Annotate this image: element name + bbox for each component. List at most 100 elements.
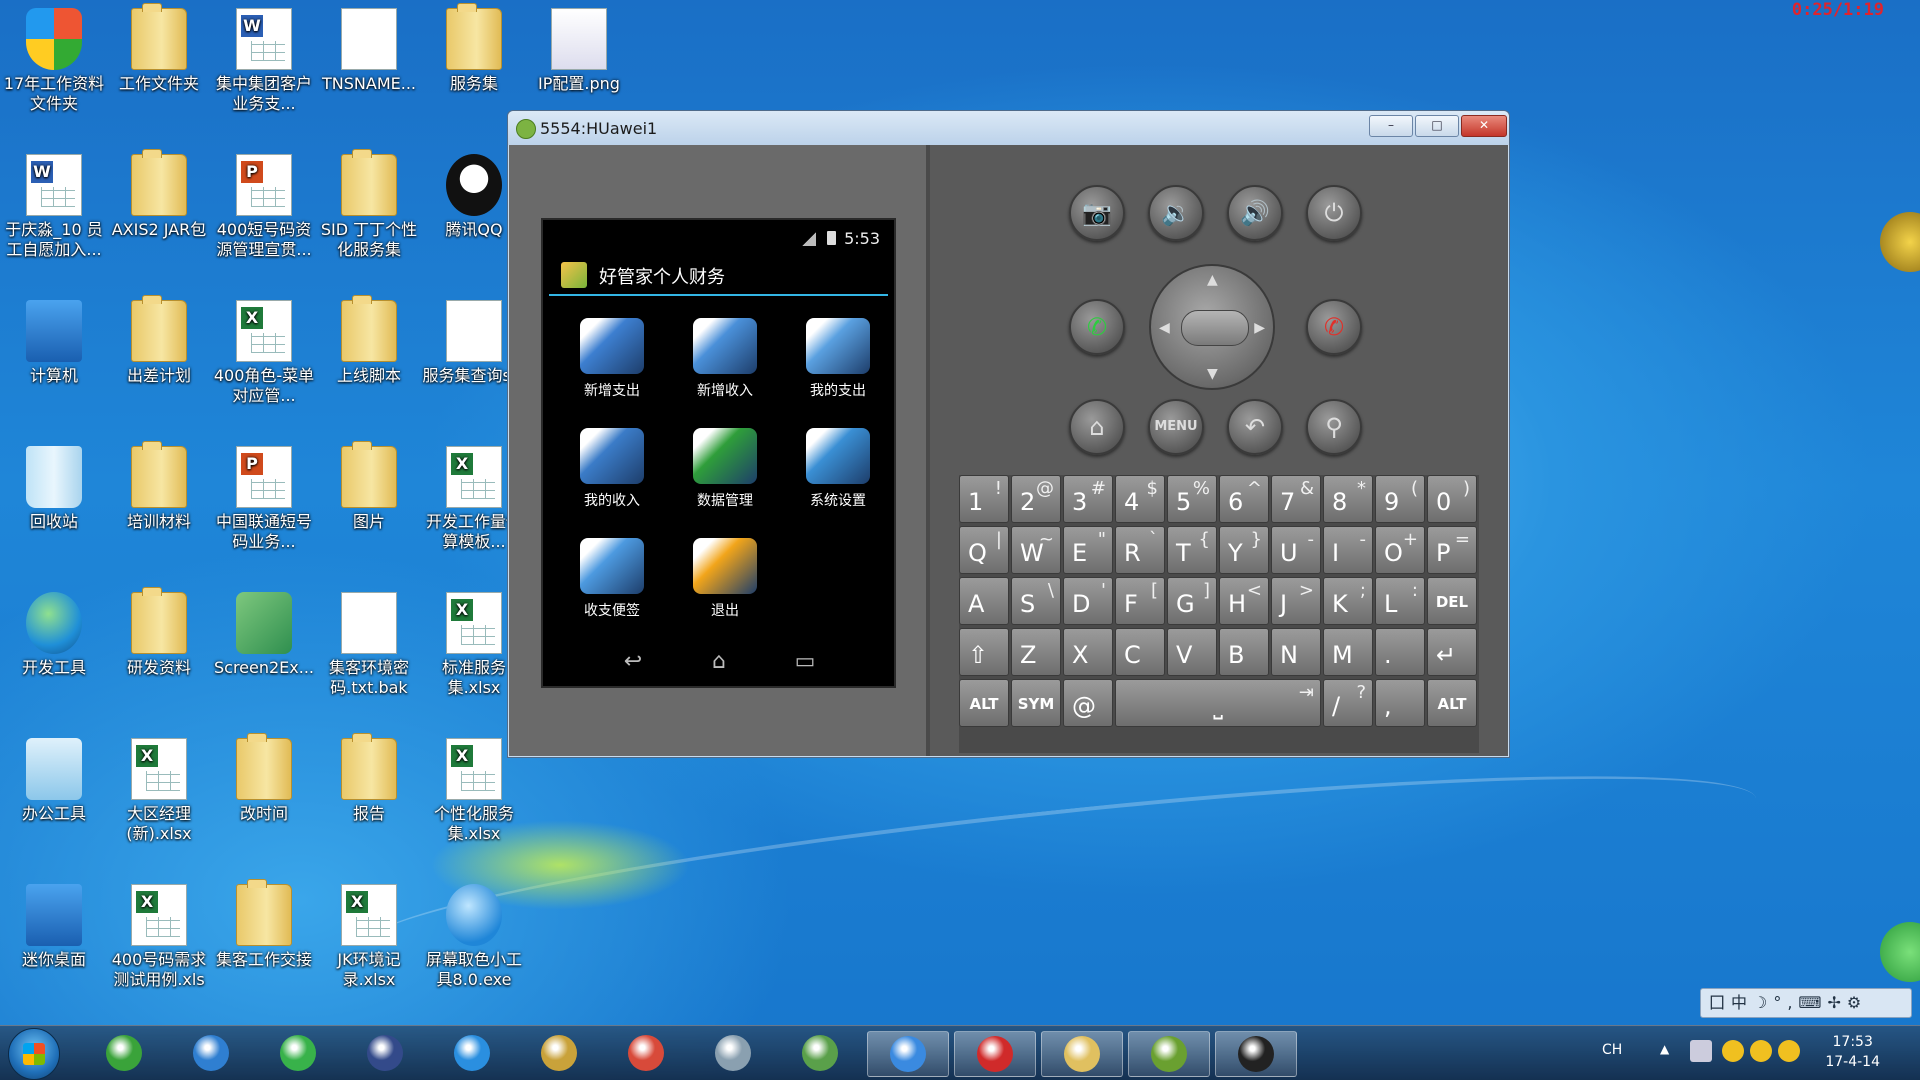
desktop-icon[interactable]: Screen2Ex... (212, 592, 316, 678)
keyboard-key[interactable]: D ' (1063, 577, 1113, 625)
desktop-icon[interactable]: 改时间 (212, 733, 316, 824)
call-button[interactable]: ✆ (1069, 299, 1125, 355)
desktop-icon[interactable]: 400短号码资源管理宣贯... (212, 154, 316, 260)
keyboard-key[interactable]: Q | (959, 526, 1009, 574)
desktop-icon[interactable]: 集客工作交接 (212, 879, 316, 970)
desktop-icon[interactable]: 400角色-菜单对应管... (212, 300, 316, 406)
desktop-icon[interactable]: 大区经理(新).xlsx (107, 738, 211, 844)
desktop-icon[interactable]: 培训材料 (107, 441, 211, 532)
volume-down-button[interactable]: 🔉 (1148, 185, 1204, 241)
taskbar-app-browser-360[interactable] (258, 1031, 338, 1075)
keyboard-key[interactable]: K; (1323, 577, 1373, 625)
volume-up-button[interactable]: 🔊 (1227, 185, 1283, 241)
keyboard-key[interactable]: 0) (1427, 475, 1477, 523)
taskbar-app-calc-app[interactable] (693, 1031, 773, 1075)
desktop-icon[interactable]: 迷你桌面 (2, 884, 106, 970)
dpad-left-icon[interactable]: ◀ (1159, 320, 1170, 336)
back-hardware-button[interactable]: ↶ (1227, 399, 1283, 455)
taskbar-app-chart-app[interactable] (780, 1031, 860, 1075)
qq-tray-icon-2[interactable] (1750, 1040, 1772, 1062)
power-button[interactable]: ⏻ (1306, 185, 1362, 241)
dpad-center-button[interactable] (1181, 310, 1249, 346)
desktop-icon[interactable]: 开发工具 (2, 592, 106, 678)
keyboard-key[interactable]: /? (1323, 679, 1373, 727)
keyboard-key[interactable]: DEL (1427, 577, 1477, 625)
keyboard-key[interactable]: N (1271, 628, 1321, 676)
desktop-icon[interactable]: 计算机 (2, 300, 106, 386)
search-hardware-button[interactable]: ⚲ (1306, 399, 1362, 455)
taskbar-app-paint-app[interactable] (606, 1031, 686, 1075)
desktop-icon[interactable]: 于庆淼_10 员工自愿加入... (2, 154, 106, 260)
desktop-icon[interactable]: 集中集团客户业务支... (212, 8, 316, 114)
keyboard-key[interactable]: A (959, 577, 1009, 625)
keyboard-key[interactable]: G] (1167, 577, 1217, 625)
keyboard-key[interactable]: Y} (1219, 526, 1269, 574)
desktop-icon[interactable]: 集客环境密码.txt.bak (317, 592, 421, 698)
desktop-icon[interactable]: 回收站 (2, 446, 106, 532)
network-icon[interactable] (1690, 1040, 1712, 1062)
keyboard-key[interactable]: Z (1011, 628, 1061, 676)
taskbar-app-tools-app[interactable] (519, 1031, 599, 1075)
keyboard-key[interactable]: . (1375, 628, 1425, 676)
app-tile[interactable]: 系统设置 (783, 422, 893, 522)
desktop-icon[interactable]: 出差计划 (107, 295, 211, 386)
desktop-icon[interactable]: 上线脚本 (317, 295, 421, 386)
dpad-up-icon[interactable]: ▲ (1207, 272, 1218, 288)
keyboard-key[interactable]: F[ (1115, 577, 1165, 625)
desktop-icon[interactable]: SID 丁丁个性化服务集 (317, 149, 421, 260)
qq-tray-icon-3[interactable] (1778, 1040, 1800, 1062)
keyboard-key[interactable]: L: (1375, 577, 1425, 625)
keyboard-key[interactable]: 2 @ (1011, 475, 1061, 523)
keyboard-key[interactable]: E " (1063, 526, 1113, 574)
keyboard-key[interactable]: O + (1375, 526, 1425, 574)
ime-toolbar[interactable]: 囗中☽°,⌨✢⚙ (1700, 988, 1912, 1018)
language-indicator[interactable]: CH (1602, 1042, 1622, 1058)
tray-expand-icon[interactable]: ▲ (1660, 1042, 1669, 1056)
keyboard-key[interactable]: R ` (1115, 526, 1165, 574)
window-titlebar[interactable]: 5554:HUawei1 – □ ✕ (508, 111, 1509, 145)
minimize-button[interactable]: – (1369, 115, 1413, 137)
desktop-icon[interactable]: 中国联通短号码业务... (212, 446, 316, 552)
desktop-icon[interactable]: JK环境记录.xlsx (317, 884, 421, 990)
keyboard-key[interactable]: 7 & (1271, 475, 1321, 523)
keyboard-key[interactable]: V (1167, 628, 1217, 676)
taskbar-app-android-app[interactable] (1215, 1031, 1297, 1077)
desktop-icon[interactable]: 办公工具 (2, 738, 106, 824)
keyboard-key[interactable]: 9( (1375, 475, 1425, 523)
keyboard-key[interactable]: 5% (1167, 475, 1217, 523)
home-hardware-button[interactable]: ⌂ (1069, 399, 1125, 455)
keyboard-key[interactable]: S \ (1011, 577, 1061, 625)
keyboard-key[interactable]: ALT (1427, 679, 1477, 727)
app-tile[interactable]: 我的收入 (557, 422, 667, 522)
app-tile[interactable]: 新增支出 (557, 312, 667, 412)
taskbar-app-braces-app[interactable] (1128, 1031, 1210, 1077)
recents-nav-icon[interactable]: ▭ (785, 650, 825, 674)
keyboard-key[interactable]: I- (1323, 526, 1373, 574)
camera-button[interactable]: 📷 (1069, 185, 1125, 241)
desktop-icon[interactable]: 17年工作资料文件夹 (2, 8, 106, 114)
keyboard-key[interactable]: P = (1427, 526, 1477, 574)
keyboard-key[interactable]: C (1115, 628, 1165, 676)
keyboard-key[interactable]: ALT (959, 679, 1009, 727)
desktop-icon[interactable]: 工作文件夹 (107, 3, 211, 94)
clock[interactable]: 17:53 17-4-14 (1825, 1032, 1880, 1072)
keyboard-key[interactable]: 6 ^ (1219, 475, 1269, 523)
desktop-icon[interactable]: 400号码需求测试用例.xls (107, 884, 211, 990)
keyboard-key[interactable]: 1! (959, 475, 1009, 523)
app-tile[interactable]: 退出 (670, 532, 780, 632)
app-tile[interactable]: 数据管理 (670, 422, 780, 522)
dpad[interactable]: ▲ ▼ ◀ ▶ (1149, 264, 1275, 390)
taskbar-app-explorer-app[interactable] (1041, 1031, 1123, 1077)
desktop-icon[interactable]: 图片 (317, 441, 421, 532)
taskbar-app-ie-app[interactable] (432, 1031, 512, 1075)
taskbar-app-red-app[interactable] (954, 1031, 1036, 1077)
emulator-window[interactable]: 5554:HUawei1 – □ ✕ 5:53 好管家个人财务 新增支出 新增收入… (507, 110, 1510, 758)
home-nav-icon[interactable]: ⌂ (699, 650, 739, 674)
taskbar-app-cloud-app[interactable] (171, 1031, 251, 1075)
taskbar-app-feather-app[interactable] (867, 1031, 949, 1077)
keyboard-key[interactable]: SYM (1011, 679, 1061, 727)
keyboard-key[interactable]: ↵ (1427, 628, 1477, 676)
desktop-icon[interactable]: 服务集 (422, 3, 526, 94)
desktop-icon[interactable]: 报告 (317, 733, 421, 824)
start-button[interactable] (8, 1028, 60, 1080)
